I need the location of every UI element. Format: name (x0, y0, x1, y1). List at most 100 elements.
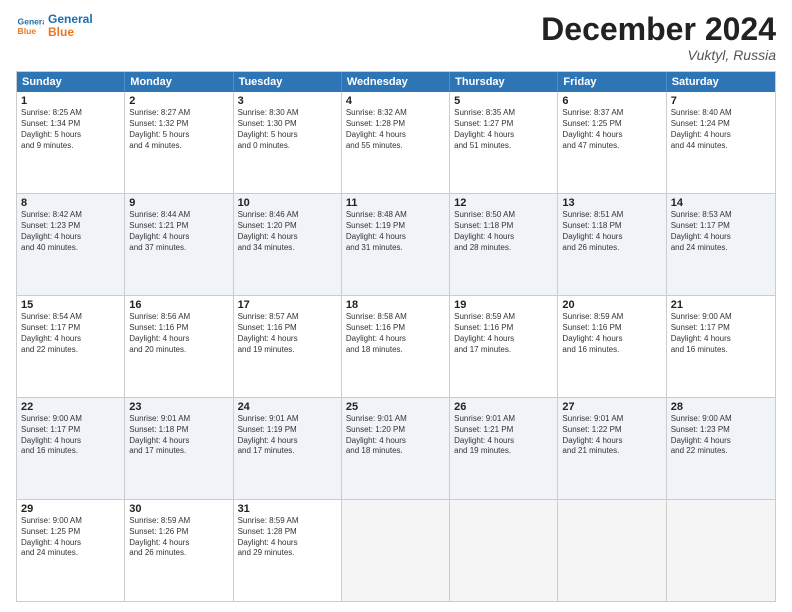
cell-info-line: Daylight: 4 hours (346, 232, 445, 243)
cell-info-line: Sunrise: 8:37 AM (562, 108, 661, 119)
calendar-cell: 12Sunrise: 8:50 AMSunset: 1:18 PMDayligh… (450, 194, 558, 295)
calendar-cell: 27Sunrise: 9:01 AMSunset: 1:22 PMDayligh… (558, 398, 666, 499)
day-number: 12 (454, 197, 553, 209)
day-number: 13 (562, 197, 661, 209)
cell-info-line: and 22 minutes. (21, 345, 120, 356)
cell-info-line: Daylight: 4 hours (454, 130, 553, 141)
cell-info-line: Sunset: 1:17 PM (671, 323, 771, 334)
day-number: 11 (346, 197, 445, 209)
cell-info-line: Sunrise: 9:00 AM (671, 312, 771, 323)
weekday-header: Tuesday (234, 72, 342, 92)
cell-info-line: Daylight: 4 hours (238, 334, 337, 345)
cell-info-line: Daylight: 4 hours (346, 334, 445, 345)
day-number: 21 (671, 299, 771, 311)
cell-info-line: and 37 minutes. (129, 243, 228, 254)
day-number: 26 (454, 401, 553, 413)
cell-info-line: Sunrise: 8:57 AM (238, 312, 337, 323)
cell-info-line: Daylight: 4 hours (21, 232, 120, 243)
cell-info-line: Sunset: 1:26 PM (129, 527, 228, 538)
cell-info-line: Sunset: 1:24 PM (671, 119, 771, 130)
day-number: 9 (129, 197, 228, 209)
cell-info-line: Daylight: 4 hours (346, 436, 445, 447)
cell-info-line: and 24 minutes. (671, 243, 771, 254)
cell-info-line: Sunset: 1:16 PM (346, 323, 445, 334)
cell-info-line: Sunset: 1:16 PM (562, 323, 661, 334)
cell-info-line: Sunset: 1:28 PM (346, 119, 445, 130)
day-number: 4 (346, 95, 445, 107)
cell-info-line: and 21 minutes. (562, 446, 661, 457)
calendar-cell: 23Sunrise: 9:01 AMSunset: 1:18 PMDayligh… (125, 398, 233, 499)
cell-info-line: Sunrise: 9:01 AM (129, 414, 228, 425)
day-number: 14 (671, 197, 771, 209)
calendar-cell: 5Sunrise: 8:35 AMSunset: 1:27 PMDaylight… (450, 92, 558, 193)
logo-icon: General Blue (16, 12, 44, 40)
calendar-cell (450, 500, 558, 601)
cell-info-line: Daylight: 4 hours (238, 232, 337, 243)
calendar-cell: 24Sunrise: 9:01 AMSunset: 1:19 PMDayligh… (234, 398, 342, 499)
calendar-cell: 4Sunrise: 8:32 AMSunset: 1:28 PMDaylight… (342, 92, 450, 193)
cell-info-line: Sunrise: 9:01 AM (346, 414, 445, 425)
cell-info-line: Sunrise: 9:01 AM (238, 414, 337, 425)
day-number: 7 (671, 95, 771, 107)
calendar-cell: 18Sunrise: 8:58 AMSunset: 1:16 PMDayligh… (342, 296, 450, 397)
cell-info-line: Daylight: 4 hours (671, 334, 771, 345)
calendar-row: 1Sunrise: 8:25 AMSunset: 1:34 PMDaylight… (17, 92, 775, 193)
weekday-header: Friday (558, 72, 666, 92)
calendar-row: 22Sunrise: 9:00 AMSunset: 1:17 PMDayligh… (17, 397, 775, 499)
logo: General Blue General Blue (16, 12, 93, 40)
cell-info-line: Sunrise: 8:58 AM (346, 312, 445, 323)
cell-info-line: Sunset: 1:23 PM (671, 425, 771, 436)
calendar-cell: 10Sunrise: 8:46 AMSunset: 1:20 PMDayligh… (234, 194, 342, 295)
cell-info-line: Sunset: 1:20 PM (346, 425, 445, 436)
calendar-cell: 30Sunrise: 8:59 AMSunset: 1:26 PMDayligh… (125, 500, 233, 601)
cell-info-line: Sunset: 1:19 PM (238, 425, 337, 436)
cell-info-line: Sunset: 1:18 PM (454, 221, 553, 232)
cell-info-line: Sunrise: 8:25 AM (21, 108, 120, 119)
calendar-cell: 19Sunrise: 8:59 AMSunset: 1:16 PMDayligh… (450, 296, 558, 397)
calendar-body: 1Sunrise: 8:25 AMSunset: 1:34 PMDaylight… (17, 92, 775, 601)
calendar-page: General Blue General Blue December 2024 … (0, 0, 792, 612)
cell-info-line: Sunset: 1:19 PM (346, 221, 445, 232)
cell-info-line: Daylight: 4 hours (129, 538, 228, 549)
cell-info-line: Sunset: 1:17 PM (21, 323, 120, 334)
weekday-header: Thursday (450, 72, 558, 92)
cell-info-line: and 4 minutes. (129, 141, 228, 152)
calendar-cell: 2Sunrise: 8:27 AMSunset: 1:32 PMDaylight… (125, 92, 233, 193)
day-number: 15 (21, 299, 120, 311)
calendar-cell: 15Sunrise: 8:54 AMSunset: 1:17 PMDayligh… (17, 296, 125, 397)
day-number: 27 (562, 401, 661, 413)
logo-blue: Blue (48, 26, 93, 39)
calendar-cell: 14Sunrise: 8:53 AMSunset: 1:17 PMDayligh… (667, 194, 775, 295)
cell-info-line: and 28 minutes. (454, 243, 553, 254)
cell-info-line: Daylight: 4 hours (129, 436, 228, 447)
svg-text:Blue: Blue (18, 26, 37, 36)
cell-info-line: Sunrise: 8:53 AM (671, 210, 771, 221)
day-number: 6 (562, 95, 661, 107)
cell-info-line: Sunset: 1:16 PM (454, 323, 553, 334)
day-number: 29 (21, 503, 120, 515)
cell-info-line: Daylight: 4 hours (562, 436, 661, 447)
day-number: 31 (238, 503, 337, 515)
calendar-cell: 25Sunrise: 9:01 AMSunset: 1:20 PMDayligh… (342, 398, 450, 499)
cell-info-line: Daylight: 5 hours (129, 130, 228, 141)
cell-info-line: and 31 minutes. (346, 243, 445, 254)
cell-info-line: Sunrise: 8:56 AM (129, 312, 228, 323)
cell-info-line: Daylight: 4 hours (346, 130, 445, 141)
cell-info-line: and 47 minutes. (562, 141, 661, 152)
day-number: 1 (21, 95, 120, 107)
weekday-header: Saturday (667, 72, 775, 92)
cell-info-line: Daylight: 4 hours (21, 334, 120, 345)
calendar-cell: 8Sunrise: 8:42 AMSunset: 1:23 PMDaylight… (17, 194, 125, 295)
cell-info-line: Sunrise: 8:44 AM (129, 210, 228, 221)
cell-info-line: Daylight: 4 hours (129, 232, 228, 243)
cell-info-line: and 20 minutes. (129, 345, 228, 356)
calendar-cell: 6Sunrise: 8:37 AMSunset: 1:25 PMDaylight… (558, 92, 666, 193)
cell-info-line: and 0 minutes. (238, 141, 337, 152)
calendar-cell: 28Sunrise: 9:00 AMSunset: 1:23 PMDayligh… (667, 398, 775, 499)
cell-info-line: Daylight: 4 hours (129, 334, 228, 345)
weekday-header: Monday (125, 72, 233, 92)
cell-info-line: Daylight: 5 hours (238, 130, 337, 141)
cell-info-line: Sunset: 1:20 PM (238, 221, 337, 232)
cell-info-line: and 16 minutes. (21, 446, 120, 457)
month-title: December 2024 (541, 12, 776, 47)
